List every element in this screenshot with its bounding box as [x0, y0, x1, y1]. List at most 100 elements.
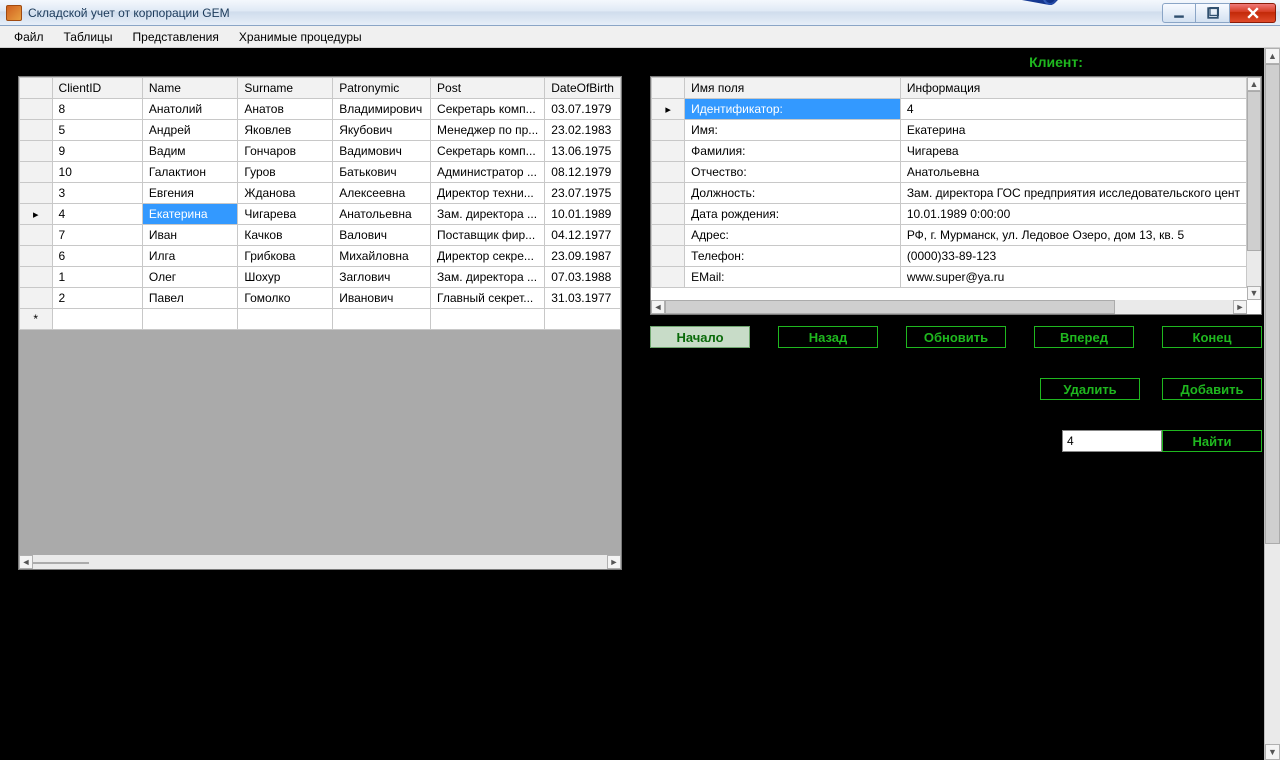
cell-clientid[interactable]: 9	[52, 141, 142, 162]
field-label[interactable]: EMail:	[685, 267, 901, 288]
cell-surname[interactable]: Гомолко	[238, 288, 333, 309]
cell-post[interactable]: Секретарь комп...	[431, 99, 545, 120]
field-value[interactable]: Чигарева	[900, 141, 1246, 162]
close-button[interactable]	[1230, 3, 1276, 23]
cell-dateofbirth[interactable]: 31.03.1977	[545, 288, 621, 309]
cell-empty[interactable]	[52, 309, 142, 330]
cell-clientid[interactable]: 3	[52, 183, 142, 204]
client-detail-table[interactable]: Имя поляИнформацияИдентификатор:4Имя:Ека…	[651, 77, 1247, 288]
menu-таблицы[interactable]: Таблицы	[54, 26, 123, 47]
row-header[interactable]	[20, 141, 53, 162]
cell-empty[interactable]	[545, 309, 621, 330]
cell-post[interactable]: Секретарь комп...	[431, 141, 545, 162]
cell-post[interactable]: Главный секрет...	[431, 288, 545, 309]
table-row[interactable]: 9ВадимГончаровВадимовичСекретарь комп...…	[20, 141, 621, 162]
cell-surname[interactable]: Качков	[238, 225, 333, 246]
cell-surname[interactable]: Яковлев	[238, 120, 333, 141]
row-header[interactable]	[20, 267, 53, 288]
field-value[interactable]: 10.01.1989 0:00:00	[900, 204, 1246, 225]
scroll-right-icon[interactable]: ►	[607, 555, 621, 569]
menu-представления[interactable]: Представления	[123, 26, 229, 47]
cell-name[interactable]: Олег	[142, 267, 238, 288]
col-header[interactable]: Информация	[900, 78, 1246, 99]
cell-dateofbirth[interactable]: 13.06.1975	[545, 141, 621, 162]
cell-surname[interactable]: Гончаров	[238, 141, 333, 162]
clients-grid[interactable]: ClientIDNameSurnamePatronymicPostDateOfB…	[18, 76, 622, 570]
scroll-down-icon[interactable]: ▼	[1265, 744, 1280, 760]
cell-dateofbirth[interactable]: 23.02.1983	[545, 120, 621, 141]
row-header[interactable]	[652, 162, 685, 183]
table-row[interactable]: 1ОлегШохурЗагловичЗам. директора ...07.0…	[20, 267, 621, 288]
cell-dateofbirth[interactable]: 23.07.1975	[545, 183, 621, 204]
detail-row[interactable]: Телефон:(0000)33-89-123	[652, 246, 1247, 267]
field-label[interactable]: Имя:	[685, 120, 901, 141]
col-header[interactable]: Post	[431, 78, 545, 99]
nav-вперед-button[interactable]: Вперед	[1034, 326, 1134, 348]
table-row[interactable]: 5АндрейЯковлевЯкубовичМенеджер по пр...2…	[20, 120, 621, 141]
row-header[interactable]	[652, 120, 685, 141]
cell-surname[interactable]: Жданова	[238, 183, 333, 204]
cell-post[interactable]: Директор техни...	[431, 183, 545, 204]
detail-row[interactable]: Идентификатор:4	[652, 99, 1247, 120]
cell-dateofbirth[interactable]: 23.09.1987	[545, 246, 621, 267]
row-header[interactable]	[20, 162, 53, 183]
row-header[interactable]	[652, 246, 685, 267]
detail-hscroll[interactable]: ◄ ►	[651, 300, 1247, 314]
scroll-thumb[interactable]	[1265, 64, 1280, 544]
cell-post[interactable]: Менеджер по пр...	[431, 120, 545, 141]
scroll-down-icon[interactable]: ▼	[1247, 286, 1261, 300]
cell-clientid[interactable]: 4	[52, 204, 142, 225]
client-detail-grid[interactable]: Имя поляИнформацияИдентификатор:4Имя:Ека…	[650, 76, 1262, 315]
detail-row[interactable]: Отчество:Анатольевна	[652, 162, 1247, 183]
table-row[interactable]: 2ПавелГомолкоИвановичГлавный секрет...31…	[20, 288, 621, 309]
find-button[interactable]: Найти	[1162, 430, 1262, 452]
detail-row[interactable]: Имя:Екатерина	[652, 120, 1247, 141]
cell-name[interactable]: Андрей	[142, 120, 238, 141]
cell-post[interactable]: Поставщик фир...	[431, 225, 545, 246]
scroll-left-icon[interactable]: ◄	[651, 300, 665, 314]
cell-surname[interactable]: Шохур	[238, 267, 333, 288]
field-label[interactable]: Отчество:	[685, 162, 901, 183]
cell-dateofbirth[interactable]: 08.12.1979	[545, 162, 621, 183]
new-row[interactable]: *	[20, 309, 621, 330]
table-row[interactable]: 8АнатолийАнатовВладимировичСекретарь ком…	[20, 99, 621, 120]
menu-хранимые процедуры[interactable]: Хранимые процедуры	[229, 26, 372, 47]
cell-empty[interactable]	[333, 309, 431, 330]
cell-empty[interactable]	[238, 309, 333, 330]
row-header[interactable]	[652, 183, 685, 204]
action-добавить-button[interactable]: Добавить	[1162, 378, 1262, 400]
cell-name[interactable]: Екатерина	[142, 204, 238, 225]
cell-surname[interactable]: Чигарева	[238, 204, 333, 225]
cell-name[interactable]: Илга	[142, 246, 238, 267]
row-header[interactable]	[652, 225, 685, 246]
field-label[interactable]: Адрес:	[685, 225, 901, 246]
col-header[interactable]: Name	[142, 78, 238, 99]
detail-row[interactable]: EMail:www.super@ya.ru	[652, 267, 1247, 288]
cell-patronymic[interactable]: Владимирович	[333, 99, 431, 120]
nav-обновить-button[interactable]: Обновить	[906, 326, 1006, 348]
cell-patronymic[interactable]: Анатольевна	[333, 204, 431, 225]
cell-dateofbirth[interactable]: 03.07.1979	[545, 99, 621, 120]
detail-row[interactable]: Адрес:РФ, г. Мурманск, ул. Ледовое Озеро…	[652, 225, 1247, 246]
detail-row[interactable]: Фамилия:Чигарева	[652, 141, 1247, 162]
row-header[interactable]	[20, 204, 53, 225]
cell-name[interactable]: Анатолий	[142, 99, 238, 120]
col-header[interactable]: DateOfBirth	[545, 78, 621, 99]
cell-clientid[interactable]: 6	[52, 246, 142, 267]
detail-vscroll[interactable]: ▲ ▼	[1247, 77, 1261, 300]
field-label[interactable]: Фамилия:	[685, 141, 901, 162]
field-value[interactable]: (0000)33-89-123	[900, 246, 1246, 267]
col-header[interactable]	[20, 78, 53, 99]
table-row[interactable]: 10ГалактионГуровБатьковичАдминистратор .…	[20, 162, 621, 183]
field-value[interactable]: РФ, г. Мурманск, ул. Ледовое Озеро, дом …	[900, 225, 1246, 246]
cell-patronymic[interactable]: Валович	[333, 225, 431, 246]
cell-name[interactable]: Вадим	[142, 141, 238, 162]
table-row[interactable]: 4ЕкатеринаЧигареваАнатольевнаЗам. директ…	[20, 204, 621, 225]
cell-empty[interactable]	[431, 309, 545, 330]
cell-patronymic[interactable]: Иванович	[333, 288, 431, 309]
cell-surname[interactable]: Анатов	[238, 99, 333, 120]
row-header[interactable]	[20, 99, 53, 120]
cell-dateofbirth[interactable]: 04.12.1977	[545, 225, 621, 246]
cell-patronymic[interactable]: Алексеевна	[333, 183, 431, 204]
clients-table[interactable]: ClientIDNameSurnamePatronymicPostDateOfB…	[19, 77, 621, 330]
